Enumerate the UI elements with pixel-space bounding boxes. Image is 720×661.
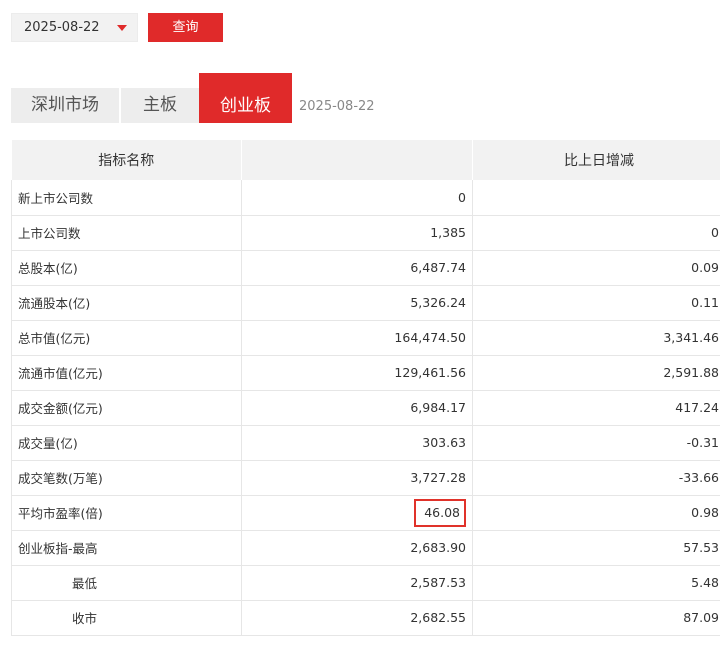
row-name: 总股本(亿): [11, 250, 242, 286]
tab-date: 2025-08-22: [299, 99, 375, 114]
market-stats-table: 指标名称 比上日增减 新上市公司数 0 上市公司数 1,385 0 总股本(亿)…: [11, 140, 720, 636]
row-change: 87.09: [472, 600, 720, 636]
row-name: 成交金额(亿元): [11, 390, 242, 426]
row-change: 5.48: [472, 565, 720, 601]
highlighted-value: 46.08: [414, 498, 466, 527]
tab-chinext[interactable]: 创业板: [199, 73, 292, 123]
row-change: [472, 180, 720, 216]
row-value: 0: [241, 180, 473, 216]
row-value: 303.63: [241, 425, 473, 461]
row-name: 成交笔数(万笔): [11, 460, 242, 496]
table-row: 上市公司数 1,385 0: [11, 215, 720, 251]
table-row: 总市值(亿元) 164,474.50 3,341.46: [11, 320, 720, 356]
row-change: 0.11: [472, 285, 720, 321]
row-value: 2,587.53: [241, 565, 473, 601]
tab-shenzhen-market[interactable]: 深圳市场: [11, 88, 119, 123]
row-name: 成交量(亿): [11, 425, 242, 461]
table-row: 平均市盈率(倍) 46.08 0.98: [11, 495, 720, 531]
row-change: 0.09: [472, 250, 720, 286]
row-name: 收市: [11, 600, 242, 636]
table-row: 最低 2,587.53 5.48: [11, 565, 720, 601]
date-select[interactable]: 2025-08-22: [11, 13, 138, 42]
date-select-value: 2025-08-22: [24, 20, 100, 35]
row-name: 总市值(亿元): [11, 320, 242, 356]
row-name: 上市公司数: [11, 215, 242, 251]
row-name: 流通市值(亿元): [11, 355, 242, 391]
table-header-row: 指标名称 比上日增减: [11, 140, 720, 180]
row-change: -0.31: [472, 425, 720, 461]
row-value: 2,682.55: [241, 600, 473, 636]
row-change: 417.24: [472, 390, 720, 426]
row-value: 3,727.28: [241, 460, 473, 496]
table-row: 成交金额(亿元) 6,984.17 417.24: [11, 390, 720, 426]
row-value: 6,487.74: [241, 250, 473, 286]
table-row: 新上市公司数 0: [11, 180, 720, 216]
header-change: 比上日增减: [472, 140, 720, 180]
market-tabs: 深圳市场 主板 创业板 2025-08-22: [11, 73, 711, 123]
chevron-down-icon: [117, 25, 127, 31]
row-change: 57.53: [472, 530, 720, 566]
header-value: [241, 140, 473, 180]
row-value-cell: 46.08: [241, 495, 473, 531]
table-row: 创业板指-最高 2,683.90 57.53: [11, 530, 720, 566]
table-row: 收市 2,682.55 87.09: [11, 600, 720, 636]
row-change: 0: [472, 215, 720, 251]
table-row: 流通市值(亿元) 129,461.56 2,591.88: [11, 355, 720, 391]
row-change: 2,591.88: [472, 355, 720, 391]
row-value: 1,385: [241, 215, 473, 251]
query-button[interactable]: 查询: [148, 13, 223, 42]
row-value: 164,474.50: [241, 320, 473, 356]
row-name: 新上市公司数: [11, 180, 242, 216]
row-value: 129,461.56: [241, 355, 473, 391]
table-row: 总股本(亿) 6,487.74 0.09: [11, 250, 720, 286]
row-change: -33.66: [472, 460, 720, 496]
table-row: 成交量(亿) 303.63 -0.31: [11, 425, 720, 461]
row-change: 3,341.46: [472, 320, 720, 356]
row-value: 6,984.17: [241, 390, 473, 426]
header-indicator-name: 指标名称: [11, 140, 242, 180]
row-value: 5,326.24: [241, 285, 473, 321]
row-change: 0.98: [472, 495, 720, 531]
tab-main-board[interactable]: 主板: [121, 88, 199, 123]
table-row: 成交笔数(万笔) 3,727.28 -33.66: [11, 460, 720, 496]
row-name: 最低: [11, 565, 242, 601]
row-name: 创业板指-最高: [11, 530, 242, 566]
row-name: 平均市盈率(倍): [11, 495, 242, 531]
table-row: 流通股本(亿) 5,326.24 0.11: [11, 285, 720, 321]
row-name: 流通股本(亿): [11, 285, 242, 321]
row-value: 2,683.90: [241, 530, 473, 566]
